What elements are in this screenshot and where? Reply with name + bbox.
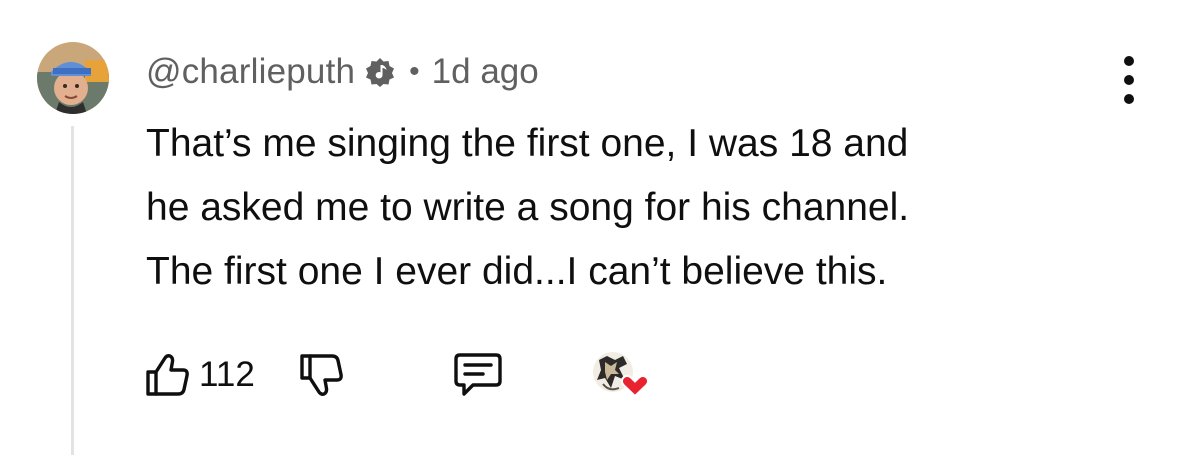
comment-header: @charlieputh • 1d ago <box>146 50 539 94</box>
reply-thread-line <box>71 126 74 455</box>
more-vertical-icon[interactable] <box>1114 56 1144 104</box>
comment-actions: 112 <box>143 350 651 400</box>
music-note-verified-icon <box>365 57 395 87</box>
like-button[interactable] <box>143 352 191 398</box>
creator-heart[interactable] <box>589 350 651 400</box>
thumbs-down-icon <box>300 354 343 396</box>
dislike-button[interactable] <box>297 352 345 398</box>
reply-comment-icon <box>454 353 502 396</box>
like-count: 112 <box>199 355 255 394</box>
reply-button[interactable] <box>451 350 505 400</box>
comment-card: @charlieputh • 1d ago That’s me singing … <box>0 0 1200 455</box>
comment-text-line: he asked me to write a song for his chan… <box>146 186 910 229</box>
comment-text-line: The first one I ever did...I can’t belie… <box>146 250 888 293</box>
comment-text: That’s me singing the first one, I was 1… <box>146 112 1146 304</box>
creator-heart-icon <box>592 352 649 398</box>
comment-text-line: That’s me singing the first one, I was 1… <box>146 122 909 165</box>
thumbs-up-icon <box>146 354 189 396</box>
avatar[interactable] <box>37 42 109 114</box>
comment-timestamp[interactable]: 1d ago <box>432 52 539 92</box>
meta-separator: • <box>409 55 420 88</box>
avatar-image <box>37 42 109 114</box>
author-handle[interactable]: @charlieputh <box>146 52 355 92</box>
